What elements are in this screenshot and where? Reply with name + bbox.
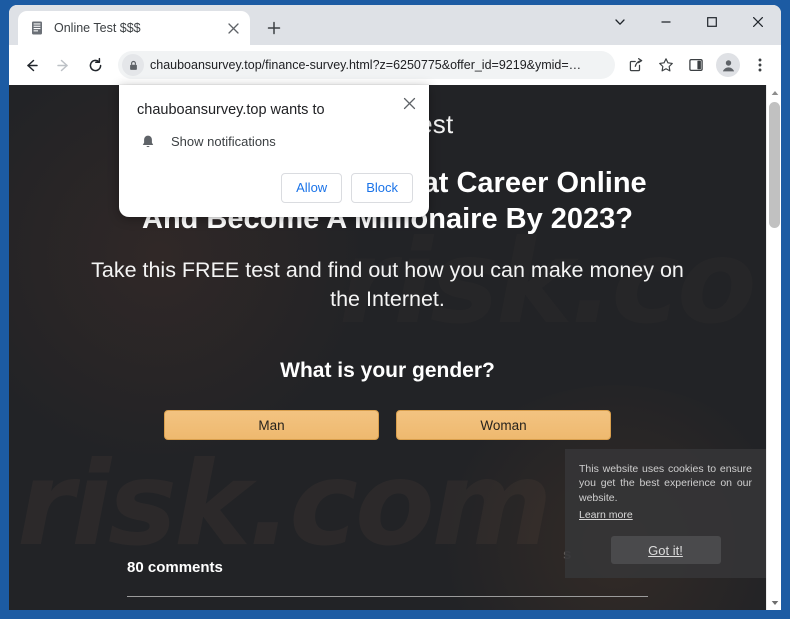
tab-strip: Online Test $$$ <box>9 5 781 45</box>
survey-answers: Man Woman <box>9 410 766 441</box>
star-icon[interactable] <box>652 51 680 79</box>
share-icon[interactable] <box>622 51 650 79</box>
profile-avatar-icon[interactable] <box>716 53 740 77</box>
bell-icon <box>140 134 156 150</box>
side-panel-icon[interactable] <box>682 51 710 79</box>
scroll-down-arrow-icon[interactable] <box>767 595 781 610</box>
forward-arrow-icon[interactable] <box>48 50 78 80</box>
maximize-icon[interactable] <box>689 5 735 39</box>
new-tab-button[interactable] <box>260 14 288 42</box>
answer-button-man[interactable]: Man <box>164 410 379 441</box>
permission-label: Show notifications <box>171 134 276 150</box>
page-subheadline: Take this FREE test and find out how you… <box>91 258 684 311</box>
cookie-learn-more-link[interactable]: Learn more <box>579 509 633 521</box>
tab-title: Online Test $$$ <box>54 21 141 35</box>
lock-icon[interactable] <box>122 54 144 76</box>
permission-dialog-title: chauboansurvey.top wants to <box>137 102 325 118</box>
answer-button-woman[interactable]: Woman <box>396 410 611 441</box>
reload-icon[interactable] <box>80 50 110 80</box>
scroll-up-arrow-icon[interactable] <box>767 85 781 100</box>
browser-toolbar: chauboansurvey.top/finance-survey.html?z… <box>9 45 781 85</box>
watermark: risk.com <box>17 437 553 572</box>
close-window-icon[interactable] <box>735 5 781 39</box>
scrollbar-thumb[interactable] <box>769 102 780 228</box>
notification-permission-dialog: chauboansurvey.top wants to Show notific… <box>119 85 429 217</box>
block-button[interactable]: Block <box>351 172 413 203</box>
three-dot-menu-icon[interactable] <box>746 51 774 79</box>
url-text: chauboansurvey.top/finance-survey.html?z… <box>150 58 582 72</box>
permission-actions: Allow Block <box>137 172 413 203</box>
window-controls <box>597 5 781 39</box>
document-icon <box>29 20 45 36</box>
permission-row: Show notifications <box>137 134 413 150</box>
survey-question: What is your gender? <box>280 359 495 383</box>
back-arrow-icon[interactable] <box>16 50 46 80</box>
browser-tab[interactable]: Online Test $$$ <box>18 11 250 45</box>
browser-chrome: Online Test $$$ chauboansurvey.top/finan… <box>9 5 781 610</box>
minimize-icon[interactable] <box>643 5 689 39</box>
divider <box>127 596 648 598</box>
cookie-accept-button[interactable]: Got it! <box>610 536 721 564</box>
browser-window: Online Test $$$ chauboansurvey.top/finan… <box>0 0 790 619</box>
vertical-scrollbar[interactable] <box>766 85 781 610</box>
allow-button[interactable]: Allow <box>281 172 343 203</box>
cookie-notice-text: This website uses cookies to ensure you … <box>579 462 752 504</box>
cookie-notice: This website uses cookies to ensure you … <box>565 448 766 578</box>
chevron-down-icon[interactable] <box>597 5 643 39</box>
address-bar[interactable]: chauboansurvey.top/finance-survey.html?z… <box>118 51 615 79</box>
close-icon[interactable] <box>224 19 242 37</box>
close-icon[interactable] <box>399 93 419 113</box>
